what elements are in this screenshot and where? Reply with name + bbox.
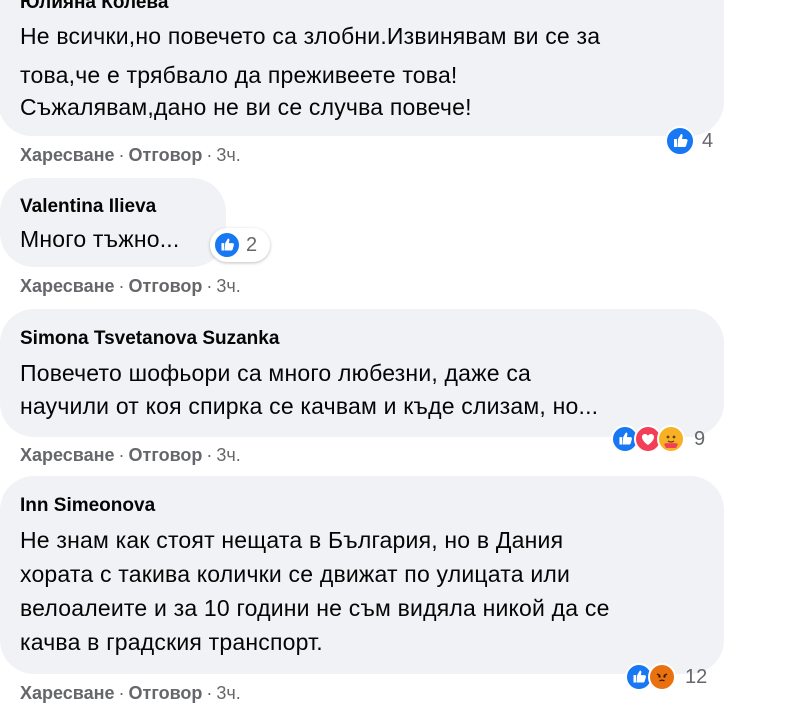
reaction-summary[interactable]: 2 xyxy=(210,228,270,262)
reaction-summary[interactable]: 9 xyxy=(608,422,714,456)
reaction-icons xyxy=(625,663,676,691)
separator-dot: · xyxy=(206,276,213,296)
comment-text-line: научили от коя спирка се качвам и къде с… xyxy=(20,393,599,419)
reaction-count: 2 xyxy=(246,233,258,256)
reaction-summary[interactable]: 12 xyxy=(622,660,722,694)
comment-text-line: Съжалявам,дано не ви се случва повече! xyxy=(20,94,472,120)
reaction-icons xyxy=(665,126,695,156)
comment-actions: Харесване · Отговор · 3ч. xyxy=(20,683,241,704)
separator-dot: · xyxy=(206,445,213,465)
comment-author[interactable]: Valentina Ilieva xyxy=(20,196,156,218)
comment-actions: Харесване · Отговор · 3ч. xyxy=(20,276,241,297)
reply-button[interactable]: Отговор xyxy=(129,683,203,703)
comment-author[interactable]: Inn Simeonova xyxy=(20,495,155,517)
separator-dot: · xyxy=(118,145,125,165)
separator-dot: · xyxy=(118,683,125,703)
comment-thread: Юлияна Колева Не всички,но повечето са з… xyxy=(0,0,800,719)
separator-dot: · xyxy=(206,145,213,165)
angry-icon xyxy=(648,663,676,691)
care-icon xyxy=(657,425,685,453)
comment-text-line: хората с такива колички се движат по ули… xyxy=(20,561,571,587)
like-button[interactable]: Харесване xyxy=(20,445,115,465)
like-icon xyxy=(213,231,241,259)
reaction-count: 4 xyxy=(702,129,714,152)
comment-author[interactable]: Simona Tsvetanova Suzanka xyxy=(20,328,279,350)
reaction-summary[interactable]: 4 xyxy=(662,122,721,160)
comment-author[interactable]: Юлияна Колева xyxy=(20,0,168,14)
comment-timestamp[interactable]: 3ч. xyxy=(216,145,240,165)
reaction-count: 9 xyxy=(694,427,706,450)
comment-text-line: Повечето шофьори са много любезни, даже … xyxy=(20,360,532,386)
comment-timestamp[interactable]: 3ч. xyxy=(216,276,240,296)
reply-button[interactable]: Отговор xyxy=(129,276,203,296)
comment-text-line: велоалеите и за 10 години не съм видяла … xyxy=(20,595,610,621)
comment-text-line: Много тъжно... xyxy=(20,226,180,252)
comment-text-line: Не всички,но повечето са злобни.Извинява… xyxy=(20,23,601,49)
reaction-icons xyxy=(213,231,241,259)
like-button[interactable]: Харесване xyxy=(20,145,115,165)
comment-timestamp[interactable]: 3ч. xyxy=(216,683,240,703)
comment-actions: Харесване · Отговор · 3ч. xyxy=(20,145,241,166)
comment-text-line: Не знам как стоят нещата в България, но … xyxy=(20,527,564,553)
like-icon xyxy=(665,126,695,156)
reaction-count: 12 xyxy=(685,665,708,688)
like-button[interactable]: Харесване xyxy=(20,683,115,703)
comment-actions: Харесване · Отговор · 3ч. xyxy=(20,445,241,466)
reply-button[interactable]: Отговор xyxy=(129,445,203,465)
comment-text-line: качва в градския транспорт. xyxy=(20,629,323,655)
reaction-icons xyxy=(611,425,685,453)
separator-dot: · xyxy=(206,683,213,703)
separator-dot: · xyxy=(118,445,125,465)
comment-timestamp[interactable]: 3ч. xyxy=(216,445,240,465)
separator-dot: · xyxy=(118,276,125,296)
reply-button[interactable]: Отговор xyxy=(129,145,203,165)
like-button[interactable]: Харесване xyxy=(20,276,115,296)
comment-text-line: това,че е трябвало да преживеете това! xyxy=(20,62,458,88)
